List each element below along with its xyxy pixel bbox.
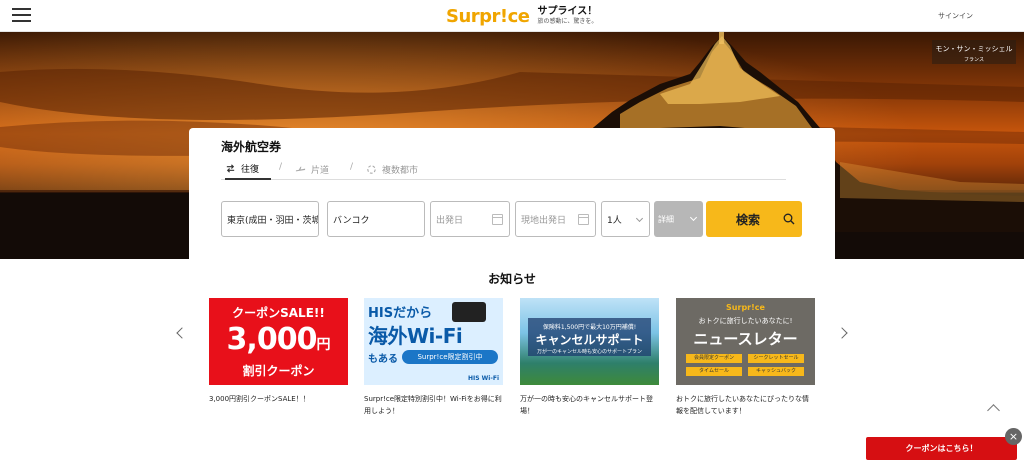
banner-chip: シークレットセール [748,354,804,363]
banner-text: 万が一のキャンセル時も安心のサポートプラン [536,349,642,355]
coupon-button[interactable]: クーポンはこちら！ [866,437,1017,460]
banner-text: クーポンSALE!! [232,306,325,320]
wifi-router-icon [452,302,486,322]
origin-value: 東京(成田・羽田・茨城 [227,215,319,226]
hamburger-menu-icon[interactable] [12,8,31,23]
round-trip-icon [226,163,235,173]
chevron-down-icon [635,214,644,223]
location-tag: モン・サン・ミッシェル フランス [932,40,1016,64]
carousel-prev-arrow-icon[interactable] [176,327,188,339]
banner-text: 割引クーポン [242,364,315,378]
news-caption: Surpr!ce限定特別割引中！Wi-Fiをお得に利用しよう！ [364,395,502,415]
search-icon [783,213,795,225]
banner-chip: 会員限定クーポン [686,354,742,363]
tab-label: 往復 [241,164,260,175]
news-banner-wifi: HISだから 海外Wi-Fi もある Surpr!ce限定割引中 HIS Wi-… [364,298,503,385]
banner-text: おトクに旅行したいあなたに! [698,317,793,325]
location-name: モン・サン・ミッシェル [935,45,1013,53]
banner-amount: 3,000 [226,322,318,357]
one-way-plane-icon [295,166,306,171]
trip-type-tabs: 往復 / 片道 / 複数都市 [221,156,786,180]
tab-separator: / [279,162,283,172]
news-banner-coupon: クーポンSALE!! 3,000円 割引クーポン [209,298,348,385]
banner-text: もある [368,354,398,365]
banner-text: 保険料1,500円で最大10万円補償! [542,324,637,331]
news-caption: おトクに旅行したいあなたにぴったりな情報を配信しています！ [676,395,809,415]
page: Surpr!ce サプライス！ 旅の感動に、驚きを。 サインイン モン・サン・ミ… [0,0,1024,463]
tab-label: 複数都市 [382,165,419,176]
calendar-icon [578,214,589,225]
flight-search-panel: 海外航空券 往復 / 片道 / 複数都市 東京(成田・羽田・茨城 バンコク 出発… [189,128,835,260]
site-header: Surpr!ce サプライス！ 旅の感動に、驚きを。 サインイン [0,0,1024,32]
news-card-wifi[interactable]: HISだから 海外Wi-Fi もある Surpr!ce限定割引中 HIS Wi-… [364,298,503,417]
signin-link[interactable]: サインイン [938,11,973,21]
search-title: 海外航空券 [221,140,282,154]
calendar-icon [492,214,503,225]
site-logo[interactable]: Surpr!ce サプライス！ 旅の感動に、驚きを。 [446,3,597,29]
news-card-newsletter[interactable]: Surpr!ce おトクに旅行したいあなたに! ニュースレター 会員限定クーポン… [676,298,815,417]
banner-brand: Surpr!ce [726,303,765,312]
departure-date-placeholder: 出発日 [436,215,464,226]
banner-text: HISだから [368,306,433,321]
news-card-coupon-sale[interactable]: クーポンSALE!! 3,000円 割引クーポン 3,000円割引クーポンSAL… [209,298,348,405]
logo-wordmark: Surpr!ce [446,5,530,27]
news-caption: 3,000円割引クーポンSALE！！ [209,395,310,403]
multi-city-icon [367,164,376,174]
news-title: お知らせ [488,272,536,286]
return-date-placeholder: 現地出発日 [521,215,567,226]
banner-badge: HIS Wi-Fi [468,375,499,382]
destination-field[interactable]: バンコク [327,201,425,237]
news-caption: 万が一の時も安心のキャンセルサポート登場！ [520,395,653,415]
tab-label: 片道 [311,165,330,176]
banner-text: ニュースレター [693,330,798,348]
search-button[interactable]: 検索 [706,201,802,237]
close-icon[interactable]: × [1005,428,1022,445]
scroll-to-top-icon[interactable] [987,404,1000,417]
banner-chip: キャッシュバック [748,367,804,376]
details-label: 詳細 [658,214,674,224]
tab-one-way[interactable]: 片道 [295,158,341,180]
banner-text: キャンセルサポート [535,333,644,347]
departure-date-field[interactable]: 出発日 [430,201,510,237]
banner-pill: Surpr!ce限定割引中 [402,350,498,364]
tab-separator: / [350,162,354,172]
return-date-field[interactable]: 現地出発日 [515,201,596,237]
brand-tagline: 旅の感動に、驚きを。 [537,18,598,25]
news-banner-newsletter: Surpr!ce おトクに旅行したいあなたに! ニュースレター 会員限定クーポン… [676,298,815,385]
origin-field[interactable]: 東京(成田・羽田・茨城 [221,201,319,237]
tab-round-trip[interactable]: 往復 [225,158,271,180]
chevron-down-icon [689,213,698,222]
banner-text: 海外Wi-Fi [368,324,463,348]
passenger-select[interactable]: 1人 [601,201,650,237]
news-banner-cancel: 保険料1,500円で最大10万円補償! キャンセルサポート 万が一のキャンセル時… [520,298,659,385]
destination-value: バンコク [333,215,370,226]
search-button-label: 検索 [736,212,761,227]
details-button[interactable]: 詳細 [654,201,703,237]
brand-name: サプライス！ [537,6,598,17]
passenger-value: 1人 [607,215,622,226]
location-country: フランス [964,57,984,63]
tab-multi-city[interactable]: 複数都市 [366,158,436,180]
banner-chip: タイムセール [686,367,742,376]
news-card-cancel-support[interactable]: 保険料1,500円で最大10万円補償! キャンセルサポート 万が一のキャンセル時… [520,298,659,417]
carousel-next-arrow-icon[interactable] [836,327,848,339]
banner-unit: 円 [316,337,331,353]
